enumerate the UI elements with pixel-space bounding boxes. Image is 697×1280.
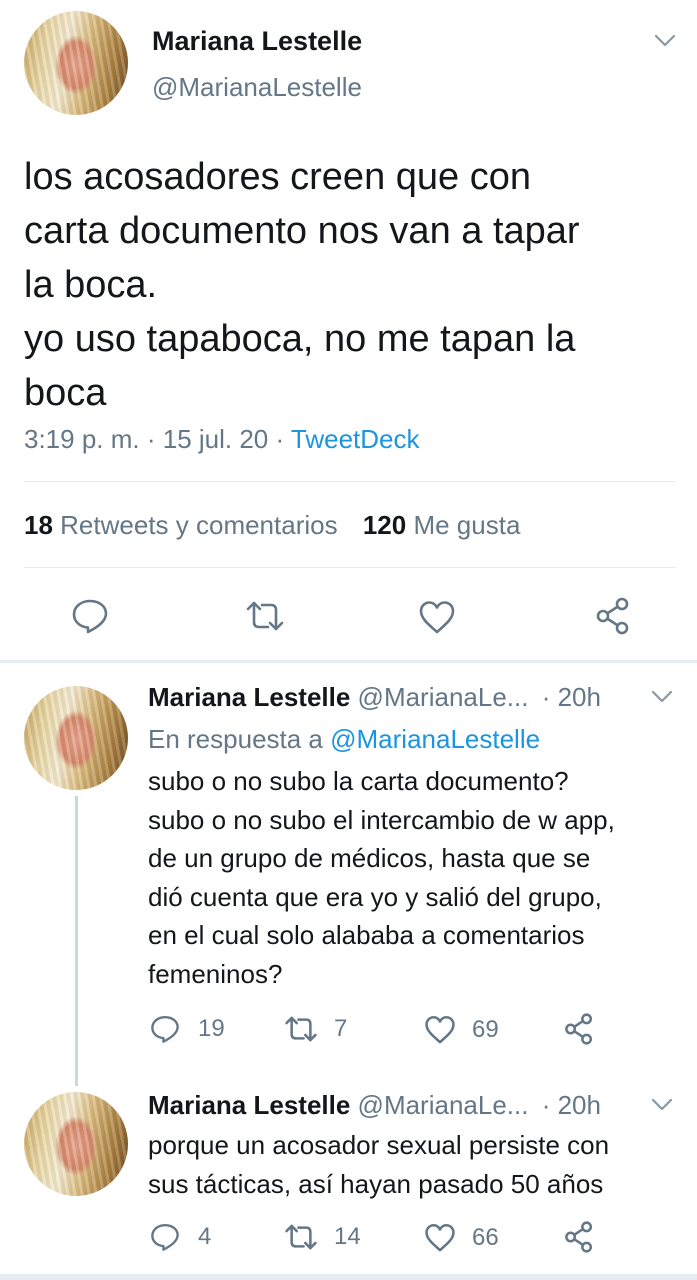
reply-text: subo o no subo la carta documento? subo … bbox=[148, 762, 615, 993]
bottom-separator bbox=[0, 1274, 697, 1280]
reply-context-prefix: En respuesta a bbox=[148, 724, 323, 754]
reply-author-name[interactable]: Mariana Lestelle bbox=[148, 682, 350, 712]
main-tweet-meta: 3:19 p. m. · 15 jul. 20 · TweetDeck bbox=[24, 424, 420, 455]
like-count: 66 bbox=[472, 1223, 499, 1251]
divider bbox=[24, 567, 676, 568]
like-icon bbox=[425, 1224, 455, 1252]
meta-separator: · bbox=[139, 424, 163, 454]
meta-separator: · bbox=[268, 424, 291, 454]
reply-action-retweet[interactable]: 14 bbox=[284, 1223, 361, 1251]
reply-text: porque un acosador sexual persiste con s… bbox=[148, 1126, 609, 1203]
main-tweet-text-line: carta documento nos van a tapar bbox=[24, 210, 580, 252]
likes-count: 120 bbox=[362, 510, 407, 540]
reply-icon bbox=[151, 1223, 179, 1251]
reply-text-line: de un grupo de médicos, hasta que se bbox=[148, 843, 591, 873]
reply-action-like[interactable]: 66 bbox=[424, 1223, 499, 1252]
reply-count: 4 bbox=[198, 1223, 212, 1250]
divider bbox=[24, 481, 676, 482]
reply-icon bbox=[151, 1015, 179, 1043]
like-count: 69 bbox=[472, 1015, 499, 1043]
reply-text-line: porque un acosador sexual persiste con bbox=[148, 1130, 610, 1160]
reply-count: 19 bbox=[198, 1015, 225, 1042]
reply-avatar[interactable] bbox=[24, 686, 128, 790]
retweet-icon bbox=[285, 1224, 317, 1250]
retweets-label: Retweets y comentarios bbox=[60, 510, 338, 540]
reply-action-share[interactable] bbox=[563, 1220, 595, 1254]
reply-time[interactable]: · 20h bbox=[542, 682, 601, 712]
retweets-stat[interactable]: 18 Retweets y comentarios bbox=[24, 510, 345, 540]
reply-action-like[interactable]: 69 bbox=[424, 1015, 499, 1044]
share-icon bbox=[565, 1221, 593, 1253]
reply-context-mention[interactable]: @MarianaLestelle bbox=[330, 724, 540, 754]
reply-text-line: en el cual solo alababa a comentarios bbox=[148, 920, 585, 950]
section-separator bbox=[0, 660, 697, 663]
reply-avatar[interactable] bbox=[24, 1092, 128, 1196]
main-tweet-source[interactable]: TweetDeck bbox=[291, 424, 420, 454]
main-reply-icon[interactable] bbox=[71, 598, 109, 634]
main-tweet-author-name[interactable]: Mariana Lestelle bbox=[152, 26, 362, 57]
retweet-count: 7 bbox=[334, 1015, 348, 1042]
main-tweet-stats: 18 Retweets y comentarios 120 Me gusta bbox=[24, 510, 520, 541]
share-icon bbox=[565, 1013, 593, 1045]
main-retweet-icon[interactable] bbox=[245, 600, 285, 632]
reply-handle[interactable]: @MarianaLe... bbox=[358, 682, 529, 712]
reply-chevron-down-icon[interactable] bbox=[651, 1098, 673, 1112]
main-share-icon[interactable] bbox=[594, 596, 632, 636]
reply-handle[interactable]: @MarianaLe... bbox=[358, 1090, 529, 1120]
main-tweet-text: los acosadores creen que con carta docum… bbox=[24, 150, 580, 420]
main-tweet-date[interactable]: 15 jul. 20 bbox=[163, 424, 269, 454]
reply-action-retweet[interactable]: 7 bbox=[284, 1015, 347, 1043]
retweets-count: 18 bbox=[24, 510, 53, 540]
reply-action-reply[interactable]: 19 bbox=[150, 1014, 225, 1044]
retweet-icon bbox=[285, 1016, 317, 1042]
reply-text-line: subo o no subo el intercambio de w app, bbox=[148, 804, 615, 835]
likes-label: Me gusta bbox=[413, 510, 521, 540]
retweet-count: 14 bbox=[334, 1223, 361, 1250]
main-tweet-time[interactable]: 3:19 p. m. bbox=[24, 424, 140, 454]
reply-chevron-down-icon[interactable] bbox=[651, 690, 673, 704]
main-tweet-text-line: yo uso tapaboca, no me tapan la bbox=[24, 318, 576, 360]
main-tweet-text-line: boca bbox=[24, 372, 107, 414]
reply-text-line: dió cuenta que era yo y salió del grupo, bbox=[148, 881, 602, 912]
main-tweet-text-line: los acosadores creen que con bbox=[24, 156, 531, 198]
reply-context: En respuesta a @MarianaLestelle bbox=[148, 724, 540, 755]
reply-text-line: sus tácticas, así hayan pasado 50 años bbox=[148, 1168, 604, 1199]
main-tweet-text-line: la boca. bbox=[24, 264, 158, 306]
reply-author-name[interactable]: Mariana Lestelle bbox=[148, 1090, 350, 1120]
reply-action-share[interactable] bbox=[563, 1012, 595, 1046]
reply-text-line: subo o no subo la carta documento? bbox=[148, 766, 569, 796]
reply-action-reply[interactable]: 4 bbox=[150, 1222, 211, 1252]
main-tweet-chevron-down-icon[interactable] bbox=[654, 34, 676, 48]
main-tweet-avatar[interactable] bbox=[24, 11, 128, 115]
reply-text-line: femeninos? bbox=[148, 958, 283, 989]
reply-header: Mariana Lestelle @MarianaLe... · 20h bbox=[148, 682, 601, 713]
thread-line bbox=[75, 796, 78, 1086]
reply-time[interactable]: · 20h bbox=[542, 1090, 601, 1120]
reply-header: Mariana Lestelle @MarianaLe... · 20h bbox=[148, 1090, 601, 1121]
main-tweet-handle[interactable]: @MarianaLestelle bbox=[152, 72, 362, 103]
main-like-icon[interactable] bbox=[418, 600, 456, 634]
like-icon bbox=[425, 1016, 455, 1044]
likes-stat[interactable]: 120 Me gusta bbox=[363, 510, 521, 540]
